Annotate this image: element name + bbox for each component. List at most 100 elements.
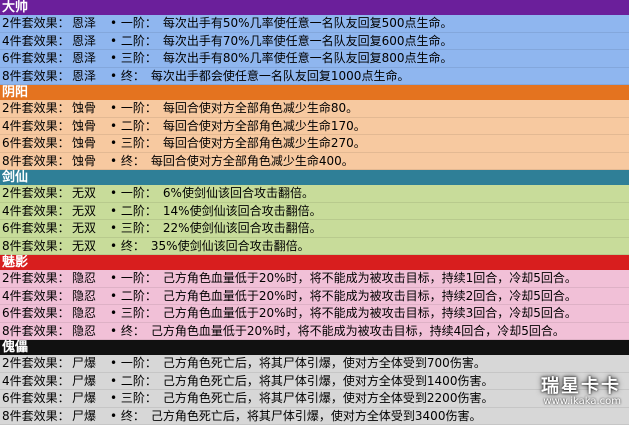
section-yinyang: 阴阳 2件套效果：蚀骨• 一阶：每回合使对方全部角色减少生命80。 4件套效果：… bbox=[0, 85, 629, 170]
tier-label: • 一阶： bbox=[110, 101, 157, 115]
set-name: 隐忍 bbox=[72, 305, 110, 323]
section-kuilei: 傀儡 2件套效果：尸爆• 一阶：己方角色死亡后，将其尸体引爆，使对方全体受到70… bbox=[0, 340, 629, 425]
set-count-label: 2件套效果： bbox=[2, 185, 72, 203]
set-name: 隐忍 bbox=[72, 288, 110, 306]
section-header: 大帅 bbox=[0, 0, 629, 15]
table-row: 8件套效果：恩泽• 终： 每次出手都会使任意一名队友回复1000点生命。 bbox=[0, 68, 629, 86]
tier-label: • 三阶： bbox=[110, 221, 157, 235]
effect-text: 22%使剑仙该回合攻击翻倍。 bbox=[163, 220, 322, 238]
set-name: 尸爆 bbox=[72, 373, 110, 391]
table-row: 6件套效果：蚀骨• 三阶：每回合使对方全部角色减少生命270。 bbox=[0, 135, 629, 153]
set-name: 恩泽 bbox=[72, 68, 110, 86]
tier-label: • 三阶： bbox=[110, 51, 157, 65]
table-row: 2件套效果：恩泽• 一阶： 每次出手有50%几率使任意一名队友回复500点生命。 bbox=[0, 15, 629, 33]
set-count-label: 4件套效果： bbox=[2, 373, 72, 391]
set-count-label: 8件套效果： bbox=[2, 408, 72, 425]
effect-text: 每回合使对方全部角色减少生命170。 bbox=[163, 118, 366, 136]
set-count-label: 6件套效果： bbox=[2, 135, 72, 153]
tier-label: • 终： bbox=[110, 154, 145, 168]
table-row: 2件套效果：蚀骨• 一阶： 每回合使对方全部角色减少生命80。 bbox=[0, 100, 629, 118]
set-name: 恩泽 bbox=[72, 33, 110, 51]
set-count-label: 8件套效果： bbox=[2, 68, 72, 86]
table-row: 6件套效果：尸爆• 三阶：己方角色死亡后，将其尸体引爆，使对方全体受到2200伤… bbox=[0, 390, 629, 408]
tier-label: • 二阶： bbox=[110, 289, 157, 303]
table-row: 8件套效果：尸爆• 终：己方角色死亡后，将其尸体引爆，使对方全体受到3400伤害… bbox=[0, 408, 629, 425]
effect-text: 每次出手有50%几率使任意一名队友回复500点生命。 bbox=[163, 15, 453, 33]
effect-text: 6%使剑仙该回合攻击翻倍。 bbox=[163, 185, 314, 203]
set-name: 蚀骨 bbox=[72, 118, 110, 136]
table-row: 8件套效果：隐忍• 终： 己方角色血量低于20%时，将不能成为被攻击目标，持续4回… bbox=[0, 323, 629, 341]
set-count-label: 4件套效果： bbox=[2, 118, 72, 136]
section-meiying: 魅影 2件套效果：隐忍• 一阶：己方角色血量低于20%时，将不能成为被攻击目标，… bbox=[0, 255, 629, 340]
set-count-label: 4件套效果： bbox=[2, 288, 72, 306]
set-count-label: 6件套效果： bbox=[2, 50, 72, 68]
set-count-label: 4件套效果： bbox=[2, 33, 72, 51]
tier-label: • 二阶： bbox=[110, 204, 157, 218]
tier-label: • 二阶： bbox=[110, 34, 157, 48]
effect-text: 每回合使对方全部角色减少生命80。 bbox=[163, 100, 358, 118]
section-header: 剑仙 bbox=[0, 170, 629, 185]
section-header: 阴阳 bbox=[0, 85, 629, 100]
set-name: 蚀骨 bbox=[72, 100, 110, 118]
set-count-label: 2件套效果： bbox=[2, 100, 72, 118]
tier-label: • 终： bbox=[110, 69, 145, 83]
set-name: 蚀骨 bbox=[72, 153, 110, 171]
effect-text: 每回合使对方全部角色减少生命400。 bbox=[151, 153, 354, 171]
set-effects-page: 大帅 2件套效果：恩泽• 一阶：每次出手有50%几率使任意一名队友回复500点生… bbox=[0, 0, 629, 414]
effect-text: 每次出手有80%几率使任意一名队友回复800点生命。 bbox=[163, 50, 453, 68]
set-count-label: 6件套效果： bbox=[2, 390, 72, 408]
set-name: 尸爆 bbox=[72, 408, 110, 425]
set-count-label: 8件套效果： bbox=[2, 323, 72, 341]
set-name: 尸爆 bbox=[72, 355, 110, 373]
set-name: 隐忍 bbox=[72, 270, 110, 288]
tier-label: • 一阶： bbox=[110, 356, 157, 370]
set-name: 尸爆 bbox=[72, 390, 110, 408]
set-count-label: 8件套效果： bbox=[2, 153, 72, 171]
tier-label: • 二阶： bbox=[110, 119, 157, 133]
tier-label: • 一阶： bbox=[110, 16, 157, 30]
effect-text: 己方角色血量低于20%时，将不能成为被攻击目标，持续1回合，冷却5回合。 bbox=[163, 270, 577, 288]
set-name: 恩泽 bbox=[72, 50, 110, 68]
effect-text: 己方角色死亡后，将其尸体引爆，使对方全体受到1400伤害。 bbox=[163, 373, 494, 391]
tier-label: • 一阶： bbox=[110, 186, 157, 200]
table-row: 4件套效果：尸爆• 二阶： 己方角色死亡后，将其尸体引爆，使对方全体受到1400伤… bbox=[0, 373, 629, 391]
set-count-label: 6件套效果： bbox=[2, 305, 72, 323]
tier-label: • 一阶： bbox=[110, 271, 157, 285]
set-name: 无双 bbox=[72, 220, 110, 238]
table-row: 8件套效果：无双• 终：35%使剑仙该回合攻击翻倍。 bbox=[0, 238, 629, 256]
set-name: 蚀骨 bbox=[72, 135, 110, 153]
effect-text: 每次出手有70%几率使任意一名队友回复600点生命。 bbox=[163, 33, 453, 51]
table-row: 4件套效果：无双• 二阶：14%使剑仙该回合攻击翻倍。 bbox=[0, 203, 629, 221]
effect-text: 14%使剑仙该回合攻击翻倍。 bbox=[163, 203, 322, 221]
section-header: 魅影 bbox=[0, 255, 629, 270]
tier-label: • 二阶： bbox=[110, 374, 157, 388]
set-name: 恩泽 bbox=[72, 15, 110, 33]
effect-text: 每次出手都会使任意一名队友回复1000点生命。 bbox=[151, 68, 410, 86]
section-jianxian: 剑仙 2件套效果：无双• 一阶：6%使剑仙该回合攻击翻倍。 4件套效果：无双• … bbox=[0, 170, 629, 255]
table-row: 2件套效果：无双• 一阶： 6%使剑仙该回合攻击翻倍。 bbox=[0, 185, 629, 203]
table-row: 6件套效果：隐忍• 三阶： 己方角色血量低于20%时，将不能成为被攻击目标，持续3… bbox=[0, 305, 629, 323]
section-header: 傀儡 bbox=[0, 340, 629, 355]
tier-label: • 终： bbox=[110, 409, 145, 423]
tier-label: • 三阶： bbox=[110, 136, 157, 150]
effect-text: 己方角色死亡后，将其尸体引爆，使对方全体受到2200伤害。 bbox=[163, 390, 494, 408]
set-count-label: 2件套效果： bbox=[2, 270, 72, 288]
tier-label: • 终： bbox=[110, 324, 145, 338]
table-row: 2件套效果：隐忍• 一阶： 己方角色血量低于20%时，将不能成为被攻击目标，持续1… bbox=[0, 270, 629, 288]
effect-text: 己方角色血量低于20%时，将不能成为被攻击目标，持续3回合，冷却5回合。 bbox=[163, 305, 577, 323]
set-count-label: 6件套效果： bbox=[2, 220, 72, 238]
set-count-label: 8件套效果： bbox=[2, 238, 72, 256]
set-count-label: 2件套效果： bbox=[2, 15, 72, 33]
table-row: 6件套效果：恩泽• 三阶： 每次出手有80%几率使任意一名队友回复800点生命。 bbox=[0, 50, 629, 68]
effect-text: 己方角色死亡后，将其尸体引爆，使对方全体受到700伤害。 bbox=[163, 355, 486, 373]
table-row: 4件套效果：隐忍• 二阶：己方角色血量低于20%时，将不能成为被攻击目标，持续2… bbox=[0, 288, 629, 306]
set-name: 无双 bbox=[72, 185, 110, 203]
tier-label: • 三阶： bbox=[110, 306, 157, 320]
effect-text: 35%使剑仙该回合攻击翻倍。 bbox=[151, 238, 310, 256]
table-row: 8件套效果：蚀骨• 终： 每回合使对方全部角色减少生命400。 bbox=[0, 153, 629, 171]
table-row: 6件套效果：无双• 三阶： 22%使剑仙该回合攻击翻倍。 bbox=[0, 220, 629, 238]
set-name: 无双 bbox=[72, 238, 110, 256]
set-count-label: 4件套效果： bbox=[2, 203, 72, 221]
set-name: 隐忍 bbox=[72, 323, 110, 341]
effect-text: 己方角色血量低于20%时，将不能成为被攻击目标，持续4回合，冷却5回合。 bbox=[151, 323, 565, 341]
